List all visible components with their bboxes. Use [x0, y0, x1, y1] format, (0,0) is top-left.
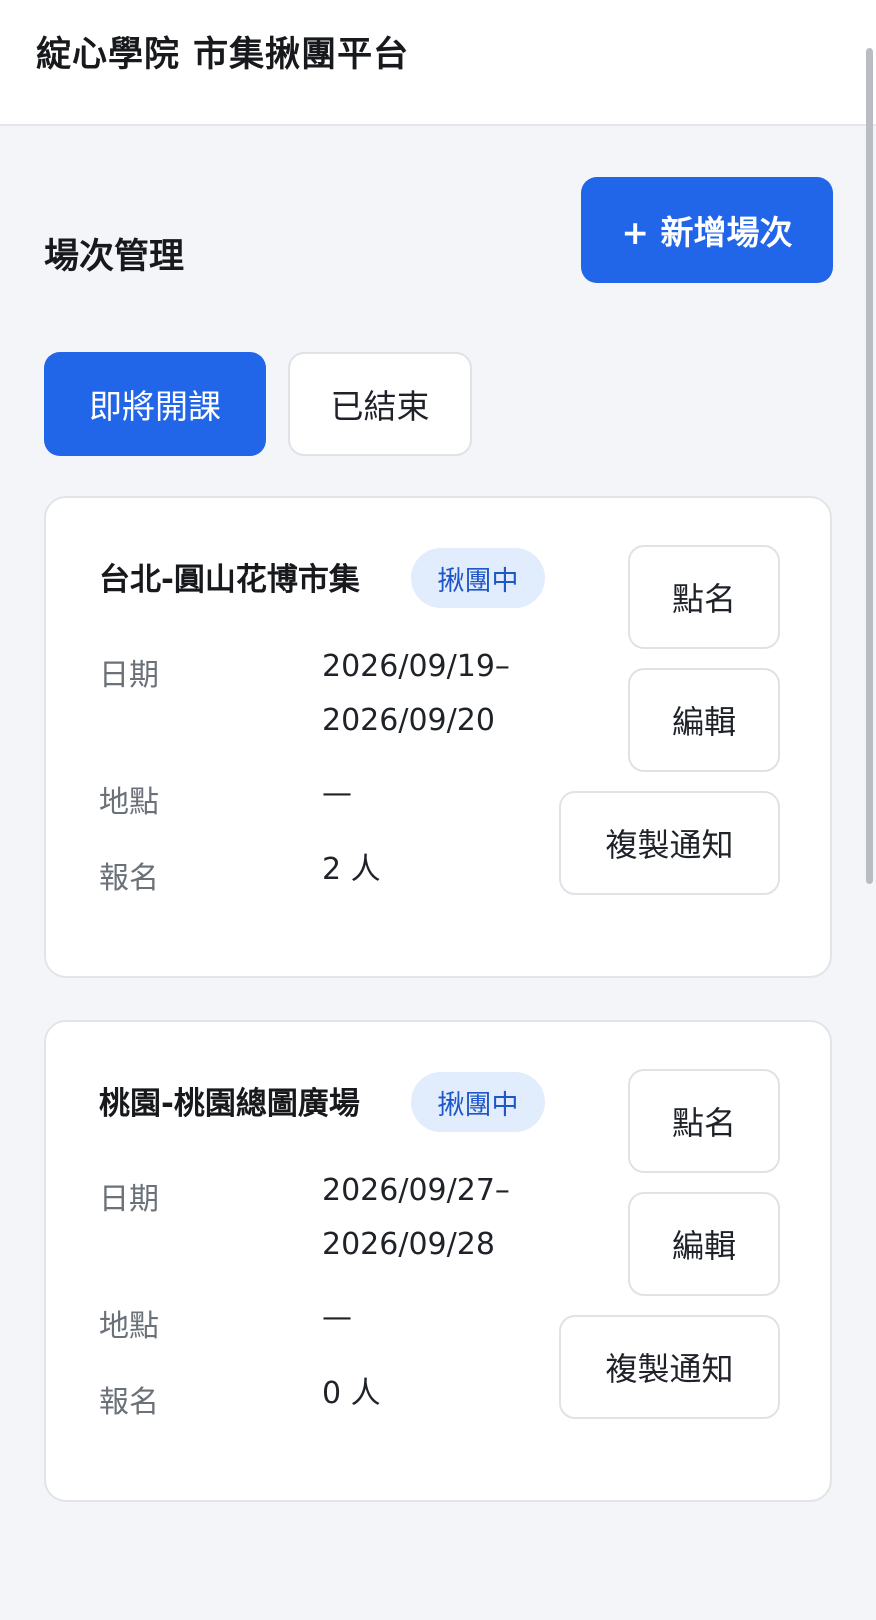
top-bar: 綻心學院 市集揪團平台	[0, 0, 876, 126]
date-start-value: 2026/09/27–	[322, 1173, 510, 1208]
scrollbar[interactable]	[862, 0, 876, 1620]
signup-count: 2 人	[322, 852, 381, 887]
rollcall-button[interactable]: 點名	[628, 545, 780, 649]
date-label: 日期	[99, 1182, 159, 1217]
app-title: 綻心學院 市集揪團平台	[36, 35, 410, 75]
signup-label: 報名	[99, 861, 159, 896]
session-card: 台北-圓山花博市集 揪團中 日期 2026/09/19– 2026/09/20 …	[44, 496, 832, 978]
copy-notice-button[interactable]: 複製通知	[559, 1315, 780, 1419]
signup-count: 0 人	[322, 1376, 381, 1411]
session-title: 台北-圓山花博市集	[99, 562, 360, 598]
signup-label: 報名	[99, 1385, 159, 1420]
copy-notice-button[interactable]: 複製通知	[559, 791, 780, 895]
scrollbar-thumb[interactable]	[866, 48, 873, 884]
page-title: 場次管理	[44, 237, 185, 277]
date-end-value: 2026/09/28	[322, 1227, 495, 1262]
status-badge: 揪團中	[411, 548, 545, 608]
tab-upcoming[interactable]: 即將開課	[44, 352, 266, 456]
edit-button[interactable]: 編輯	[628, 1192, 780, 1296]
add-session-button[interactable]: + 新增場次	[581, 177, 833, 283]
location-value: —	[322, 1300, 352, 1335]
date-end-value: 2026/09/20	[322, 703, 495, 738]
location-label: 地點	[99, 785, 159, 820]
location-label: 地點	[99, 1309, 159, 1344]
date-label: 日期	[99, 658, 159, 693]
location-value: —	[322, 776, 352, 811]
tab-ended[interactable]: 已結束	[288, 352, 472, 456]
edit-button[interactable]: 編輯	[628, 668, 780, 772]
session-card: 桃園-桃園總圖廣場 揪團中 日期 2026/09/27– 2026/09/28 …	[44, 1020, 832, 1502]
rollcall-button[interactable]: 點名	[628, 1069, 780, 1173]
status-badge: 揪團中	[411, 1072, 545, 1132]
session-title: 桃園-桃園總圖廣場	[99, 1086, 360, 1122]
date-start-value: 2026/09/19–	[322, 649, 510, 684]
